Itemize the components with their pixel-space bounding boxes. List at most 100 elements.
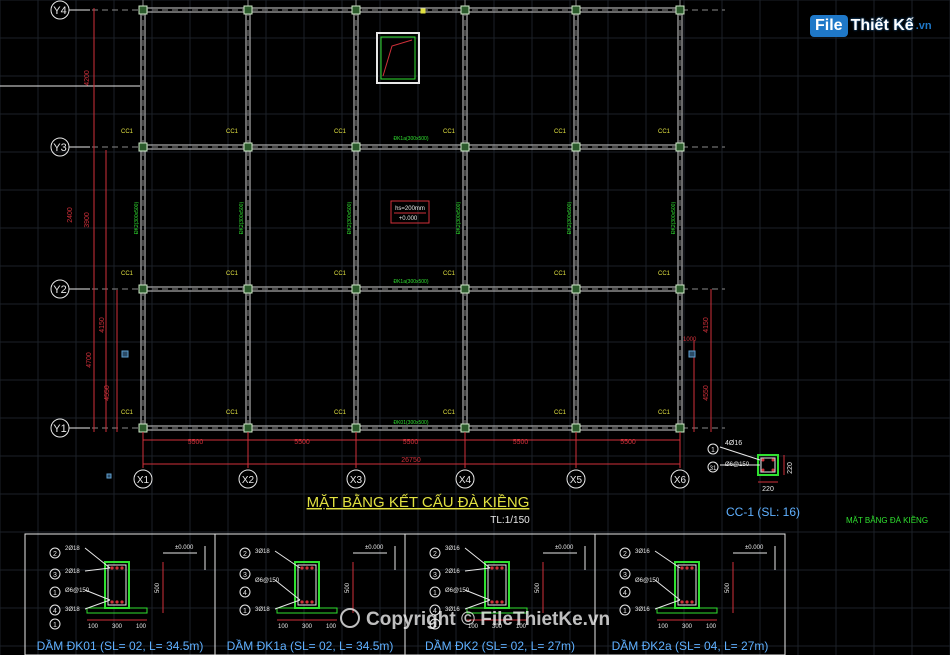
beam-level-text: ±0.000 (555, 545, 574, 551)
rebar-dot (305, 566, 309, 570)
callout-number: 1 (53, 590, 57, 597)
dim-text-right: 4550 (703, 385, 710, 401)
rebar-dot (300, 600, 304, 604)
callout-leader (274, 579, 301, 601)
rebar-dot (690, 566, 694, 570)
column-cc1 (675, 5, 685, 15)
callout-number: 31 (710, 466, 717, 472)
rebar-dot (115, 600, 119, 604)
column-cc1 (675, 284, 685, 294)
axis-label-x: X1 (137, 475, 150, 486)
rebar-dot (120, 600, 124, 604)
beam-bar-text: 3Ø18 (255, 549, 270, 555)
rebar-dot (115, 566, 119, 570)
rebar-dot (495, 566, 499, 570)
column-label: CC1 (658, 129, 671, 135)
callout-number: 2 (243, 551, 247, 558)
callout-number: 2 (623, 551, 627, 558)
column-label: CC1 (443, 271, 456, 277)
column-label: CC1 (443, 129, 456, 135)
slab-note-text: hs=200mm (395, 206, 425, 212)
column-label: CC1 (658, 410, 671, 416)
callout-leader (84, 547, 111, 569)
rebar-dot (685, 600, 689, 604)
rebar-dot (500, 566, 504, 570)
beam-label-v: ĐK2(300x500) (671, 202, 677, 235)
column-detail-label: CC-1 (SL: 16) (726, 505, 800, 519)
column-cc1 (675, 142, 685, 152)
dim-text-left: 4150 (99, 317, 106, 333)
beam-bar-text: Ø6@150 (65, 588, 90, 594)
logo-file-text: File (810, 15, 848, 37)
column-cc1 (571, 142, 581, 152)
copyright-badge-icon (340, 608, 360, 628)
dim-text: 100 (326, 624, 337, 630)
callout-leader (274, 550, 301, 569)
column-cc1 (243, 142, 253, 152)
beam-label-h: ĐK1a(300x500) (393, 279, 428, 285)
column-label: CC1 (554, 271, 567, 277)
dim-text: 500 (535, 582, 541, 593)
rebar-dot (771, 468, 775, 472)
dim-text: 100 (706, 624, 717, 630)
column-label: CC1 (226, 129, 239, 135)
callout-number: 4 (243, 590, 247, 597)
column-cc1 (675, 423, 685, 433)
column-label: CC1 (226, 271, 239, 277)
axis-label-y: Y3 (53, 142, 66, 154)
dim-text-span: 5500 (513, 439, 529, 446)
column-label: CC1 (554, 410, 567, 416)
beam-label-h: ĐK01(300x500) (393, 420, 428, 426)
column-cc1 (243, 5, 253, 15)
beam-caption: DẦM ĐK2a (SL= 04, L= 27m) (612, 638, 769, 653)
dim-text-right: 1000 (683, 337, 697, 343)
cad-drawing-canvas[interactable]: CC1 CC1 CC1 CC1 CC1 CC1 CC1 CC1 CC1 CC1 CC1 CC1 CC1 C… (0, 0, 950, 655)
axis-label-x: X3 (350, 475, 363, 486)
dim-text-total: 26750 (401, 457, 421, 464)
beam-bar-text: 3Ø18 (65, 607, 80, 613)
dim-text: 300 (302, 624, 313, 630)
column-label: CC1 (121, 271, 134, 277)
beam-bar-text: 2Ø16 (445, 569, 460, 575)
beam-bar-text: 3Ø16 (635, 607, 650, 613)
callout-number: 3 (53, 572, 57, 579)
rebar-dot (680, 600, 684, 604)
beam-label-v: ĐK2(300x500) (239, 202, 245, 235)
column-cc1 (138, 5, 148, 15)
column-cc1 (243, 284, 253, 294)
dim-text: 220 (787, 462, 794, 474)
column-cc1 (138, 284, 148, 294)
axis-label-x: X5 (570, 475, 583, 486)
column-cc1 (460, 284, 470, 294)
beam-stirrup (677, 564, 697, 606)
beam-bar-text: 3Ø16 (635, 549, 650, 555)
plan-title: MẶT BẰNG KẾT CẤU ĐÀ KIỀNG (307, 493, 530, 511)
beam-label-h: ĐK1a(300x500) (393, 136, 428, 142)
column-label: CC1 (121, 129, 134, 135)
column-label: CC1 (334, 129, 347, 135)
dim-text: 100 (278, 624, 289, 630)
dim-text: 220 (762, 486, 774, 493)
rebar-dot (771, 458, 775, 462)
dim-text: 100 (136, 624, 147, 630)
callout-leader (464, 547, 491, 569)
logo-thietke-text: Thiết Kế (850, 17, 914, 34)
watermark-text: Copyright © FileThietKe.vn (366, 609, 611, 630)
dim-text: 300 (682, 624, 693, 630)
dim-text: 300 (112, 624, 123, 630)
dim-text: 100 (88, 624, 99, 630)
callout-number: 4 (53, 608, 57, 615)
rebar-dot (685, 566, 689, 570)
callout-leader (464, 589, 491, 601)
side-title: MẶT BẰNG ĐÀ KIỀNG (846, 515, 928, 525)
callout-number: 2 (433, 551, 437, 558)
axis-label-y: Y2 (53, 284, 66, 296)
dim-text: 500 (345, 582, 351, 593)
beam-caption: DẦM ĐK1a (SL= 02, L= 34.5m) (227, 638, 394, 653)
filethietke-logo[interactable]: File Thiết Kế .vn (810, 12, 932, 40)
beam-level-text: ±0.000 (365, 545, 384, 551)
rebar-dot (680, 566, 684, 570)
rebar-dot (305, 600, 309, 604)
column-label: CC1 (554, 129, 567, 135)
marker-square (121, 350, 129, 358)
